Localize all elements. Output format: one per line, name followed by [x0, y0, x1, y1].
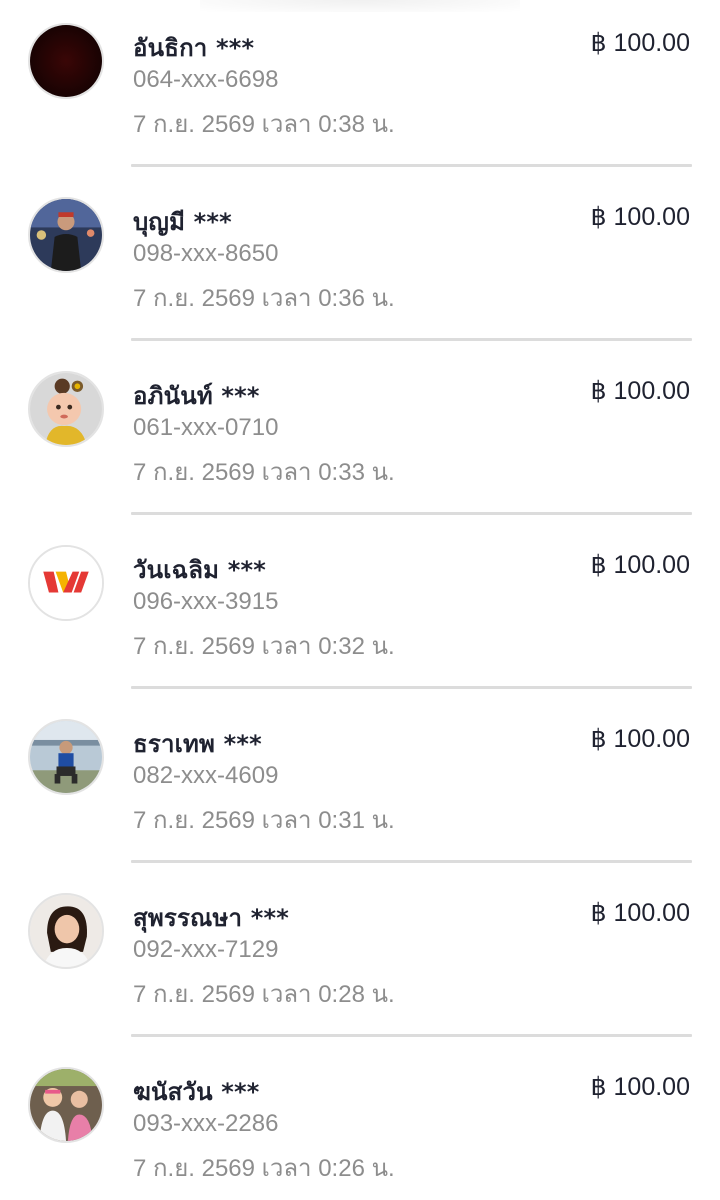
dark-red-circle-avatar: [28, 23, 104, 99]
transaction-row[interactable]: ฆนัสวัน *** ฿ 100.00 093-xxx-2286 7 ก.ย.…: [0, 1044, 720, 1200]
cartoon-girl-avatar: [28, 371, 104, 447]
divider: [131, 860, 692, 863]
transaction-datetime: 7 ก.ย. 2569 เวลา 0:36 น.: [133, 285, 395, 312]
transaction-datetime: 7 ก.ย. 2569 เวลา 0:31 น.: [133, 807, 395, 834]
phone-number: 092-xxx-7129: [133, 936, 279, 963]
children-photo-avatar: [28, 1067, 104, 1143]
transaction-row[interactable]: สุพรรณษา *** ฿ 100.00 092-xxx-7129 7 ก.ย…: [0, 870, 720, 1044]
transaction-row[interactable]: ธราเทพ *** ฿ 100.00 082-xxx-4609 7 ก.ย. …: [0, 696, 720, 870]
transaction-row[interactable]: อภินันท์ *** ฿ 100.00 061-xxx-0710 7 ก.ย…: [0, 348, 720, 522]
phone-number: 093-xxx-2286: [133, 1110, 279, 1137]
divider: [131, 338, 692, 341]
phone-number: 096-xxx-3915: [133, 588, 279, 615]
amount: ฿ 100.00: [590, 29, 690, 57]
phone-number: 064-xxx-6698: [133, 66, 279, 93]
amount: ฿ 100.00: [590, 203, 690, 231]
divider: [131, 1034, 692, 1037]
man-photo-avatar: [28, 197, 104, 273]
transaction-datetime: 7 ก.ย. 2569 เวลา 0:28 น.: [133, 981, 395, 1008]
payer-name: ธราเทพ ***: [133, 730, 262, 758]
phone-number: 082-xxx-4609: [133, 762, 279, 789]
payer-name: วันเฉลิม ***: [133, 556, 266, 584]
payer-name: ฆนัสวัน ***: [133, 1078, 260, 1106]
amount: ฿ 100.00: [590, 1073, 690, 1101]
boy-sitting-avatar: [28, 719, 104, 795]
amount: ฿ 100.00: [590, 551, 690, 579]
transaction-datetime: 7 ก.ย. 2569 เวลา 0:32 น.: [133, 633, 395, 660]
divider: [131, 512, 692, 515]
payer-name: สุพรรณษา ***: [133, 904, 290, 932]
transaction-datetime: 7 ก.ย. 2569 เวลา 0:26 น.: [133, 1155, 395, 1182]
amount: ฿ 100.00: [590, 725, 690, 753]
payer-name: อันธิกา ***: [133, 34, 255, 62]
payer-name: อภินันท์ ***: [133, 382, 260, 410]
amount: ฿ 100.00: [590, 377, 690, 405]
transaction-row[interactable]: วันเฉลิม *** ฿ 100.00 096-xxx-3915 7 ก.ย…: [0, 522, 720, 696]
transaction-datetime: 7 ก.ย. 2569 เวลา 0:33 น.: [133, 459, 395, 486]
divider: [131, 686, 692, 689]
transaction-list: อันธิกา *** ฿ 100.00 064-xxx-6698 7 ก.ย.…: [0, 0, 720, 1200]
woman-photo-avatar: [28, 893, 104, 969]
payer-name: บุญมี ***: [133, 208, 232, 236]
phone-number: 061-xxx-0710: [133, 414, 279, 441]
phone-number: 098-xxx-8650: [133, 240, 279, 267]
transaction-row[interactable]: อันธิกา *** ฿ 100.00 064-xxx-6698 7 ก.ย.…: [0, 0, 720, 174]
w-logo-avatar: [28, 545, 104, 621]
transaction-row[interactable]: บุญมี *** ฿ 100.00 098-xxx-8650 7 ก.ย. 2…: [0, 174, 720, 348]
amount: ฿ 100.00: [590, 899, 690, 927]
divider: [131, 164, 692, 167]
transaction-datetime: 7 ก.ย. 2569 เวลา 0:38 น.: [133, 111, 395, 138]
